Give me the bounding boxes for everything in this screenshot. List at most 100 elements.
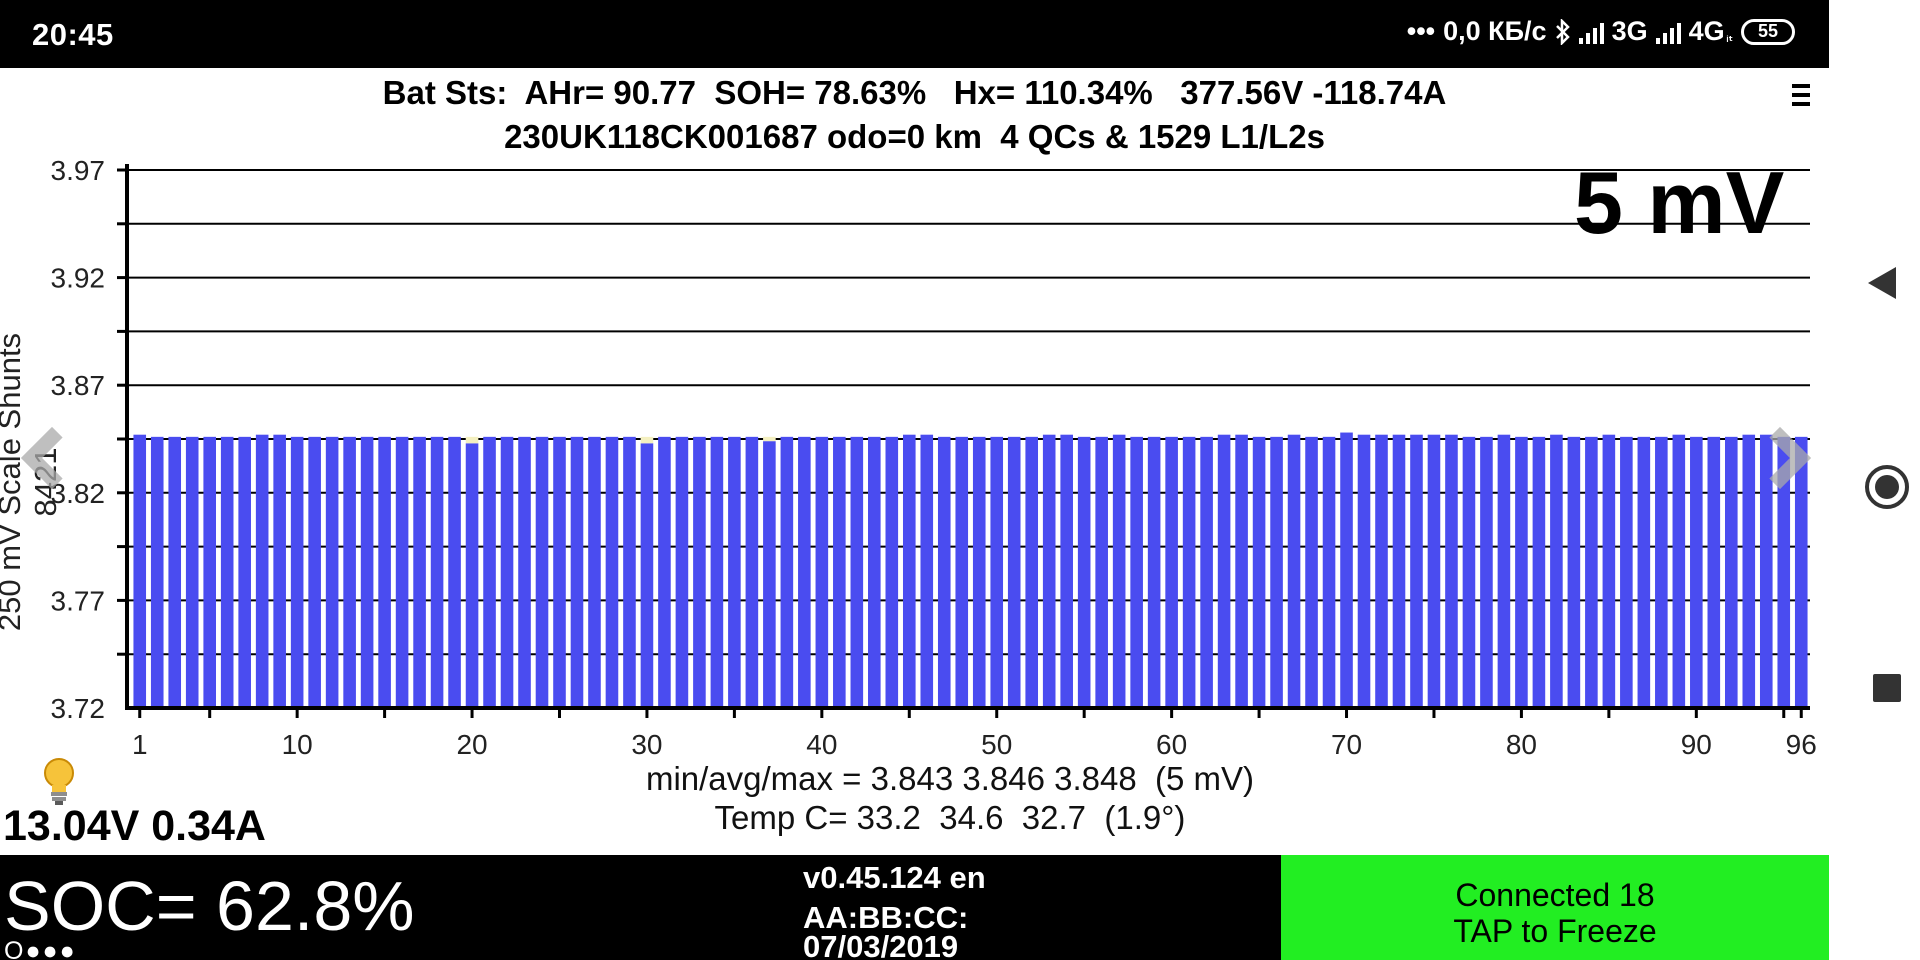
- cell-bar: [1130, 436, 1143, 708]
- cell-bar: [1060, 434, 1073, 708]
- cell-bar: [815, 436, 829, 708]
- x-tick-label: 1: [132, 729, 148, 760]
- cell-bar: [395, 436, 409, 708]
- cell-bar: [623, 436, 636, 708]
- cell-bar: [1235, 434, 1248, 708]
- cell-bar: [1497, 434, 1511, 708]
- cell-bar: [1112, 434, 1126, 708]
- network-type-1: 3G: [1611, 16, 1648, 46]
- cell-bar: [640, 443, 654, 708]
- cell-bar: [1794, 436, 1808, 708]
- app-version: v0.45.124 en: [803, 860, 986, 895]
- cell-bar: [1182, 436, 1196, 708]
- cell-bar: [745, 436, 759, 708]
- cell-bar: [1707, 436, 1721, 708]
- cell-bar: [1690, 436, 1703, 708]
- cell-bar: [780, 436, 794, 708]
- network-type-2: 4G: [1688, 16, 1725, 46]
- cell-bar: [1567, 436, 1581, 708]
- connection-status: Connected 18: [1455, 877, 1655, 913]
- cell-bar: [1672, 434, 1686, 708]
- cell-bar: [1165, 436, 1178, 708]
- cell-bar: [1007, 436, 1021, 708]
- cell-bar: [1200, 436, 1213, 708]
- cell-bar: [1637, 436, 1651, 708]
- cell-bar: [920, 434, 934, 708]
- cell-bar: [588, 436, 601, 708]
- cell-bar: [185, 436, 199, 708]
- more-notifications-icon: •••: [1406, 16, 1436, 46]
- cell-bar: [360, 436, 374, 708]
- cell-bar: [1532, 436, 1546, 708]
- cell-bar: [273, 434, 286, 708]
- cell-bar: [1602, 434, 1616, 708]
- cell-voltage-chart[interactable]: 3.723.773.823.873.923.971 10 20 30 40 50 60 70 8…: [0, 150, 1829, 760]
- cell-bar: [1655, 436, 1668, 708]
- cell-bar: [465, 443, 479, 708]
- battery-icon: 55: [1741, 18, 1795, 45]
- cell-bar: [850, 436, 864, 708]
- recent-apps-icon[interactable]: [1873, 674, 1901, 702]
- cell-bar: [798, 436, 811, 708]
- home-icon[interactable]: [1865, 465, 1909, 509]
- cell-bar: [1585, 436, 1598, 708]
- back-icon[interactable]: [1868, 267, 1896, 299]
- network-subscript: ᵢₜ: [1726, 29, 1733, 44]
- cell-bar: [1410, 434, 1423, 708]
- cell-bar: [1725, 436, 1738, 708]
- cell-bar: [710, 436, 724, 708]
- cell-bar: [220, 436, 234, 708]
- tap-to-freeze-label: TAP to Freeze: [1453, 913, 1657, 949]
- battery-status-line: Bat Sts: AHr= 90.77 SOH= 78.63% Hx= 110.…: [382, 74, 1447, 111]
- cell-bar: [413, 436, 426, 708]
- menu-icon[interactable]: [1792, 84, 1810, 111]
- cell-bar: [378, 436, 391, 708]
- x-tick-label: 96: [1786, 729, 1817, 760]
- cell-bar: [1445, 434, 1458, 708]
- cell-bar: [518, 436, 531, 708]
- signal-icon: [1578, 20, 1604, 44]
- cell-bar: [1217, 434, 1231, 708]
- cell-bar: [1357, 434, 1371, 708]
- cell-bar: [1427, 434, 1441, 708]
- cell-bar: [1025, 436, 1039, 708]
- cell-bar: [203, 436, 216, 708]
- x-tick-label: 60: [1156, 729, 1187, 760]
- x-tick-label: 10: [282, 729, 313, 760]
- cell-bar: [500, 436, 514, 708]
- x-tick-label: 40: [806, 729, 837, 760]
- cell-bar: [1287, 434, 1301, 708]
- voltage-stats: min/avg/max = 3.843 3.846 3.848 (5 mV): [645, 760, 1255, 797]
- cell-bar: [1322, 436, 1336, 708]
- data-rate: 0,0 КБ/с: [1443, 16, 1547, 46]
- cell-bar: [1480, 436, 1493, 708]
- signal-icon-2: [1655, 20, 1681, 44]
- cell-bar: [133, 434, 147, 708]
- cell-bar: [763, 441, 776, 708]
- cell-bar: [325, 436, 339, 708]
- bluetooth-icon: [1555, 18, 1570, 45]
- cell-bar: [1305, 436, 1318, 708]
- cell-bar: [1620, 436, 1633, 708]
- temperature-stats: Temp C= 33.2 34.6 32.7 (1.9°): [714, 799, 1186, 836]
- x-tick-label: 30: [631, 729, 662, 760]
- cell-bar: [430, 436, 444, 708]
- cell-bar: [1550, 434, 1563, 708]
- cell-bar: [448, 436, 461, 708]
- clock: 20:45: [32, 17, 114, 52]
- cell-bar: [885, 436, 899, 708]
- y-tick-label: 3.97: [51, 155, 106, 186]
- cell-bar: [1252, 436, 1266, 708]
- cell-bar: [290, 436, 304, 708]
- chart-bars: [133, 432, 1808, 708]
- cell-bar: [1515, 436, 1528, 708]
- build-date: 07/03/2019: [803, 929, 959, 960]
- cell-bar: [902, 434, 916, 708]
- shunt-marker: [640, 436, 654, 444]
- cell-bar: [990, 436, 1004, 708]
- cell-bar: [675, 436, 689, 708]
- cell-bar: [308, 436, 321, 708]
- x-tick-label: 50: [981, 729, 1012, 760]
- cell-bar: [1392, 434, 1406, 708]
- cell-bar: [1095, 436, 1108, 708]
